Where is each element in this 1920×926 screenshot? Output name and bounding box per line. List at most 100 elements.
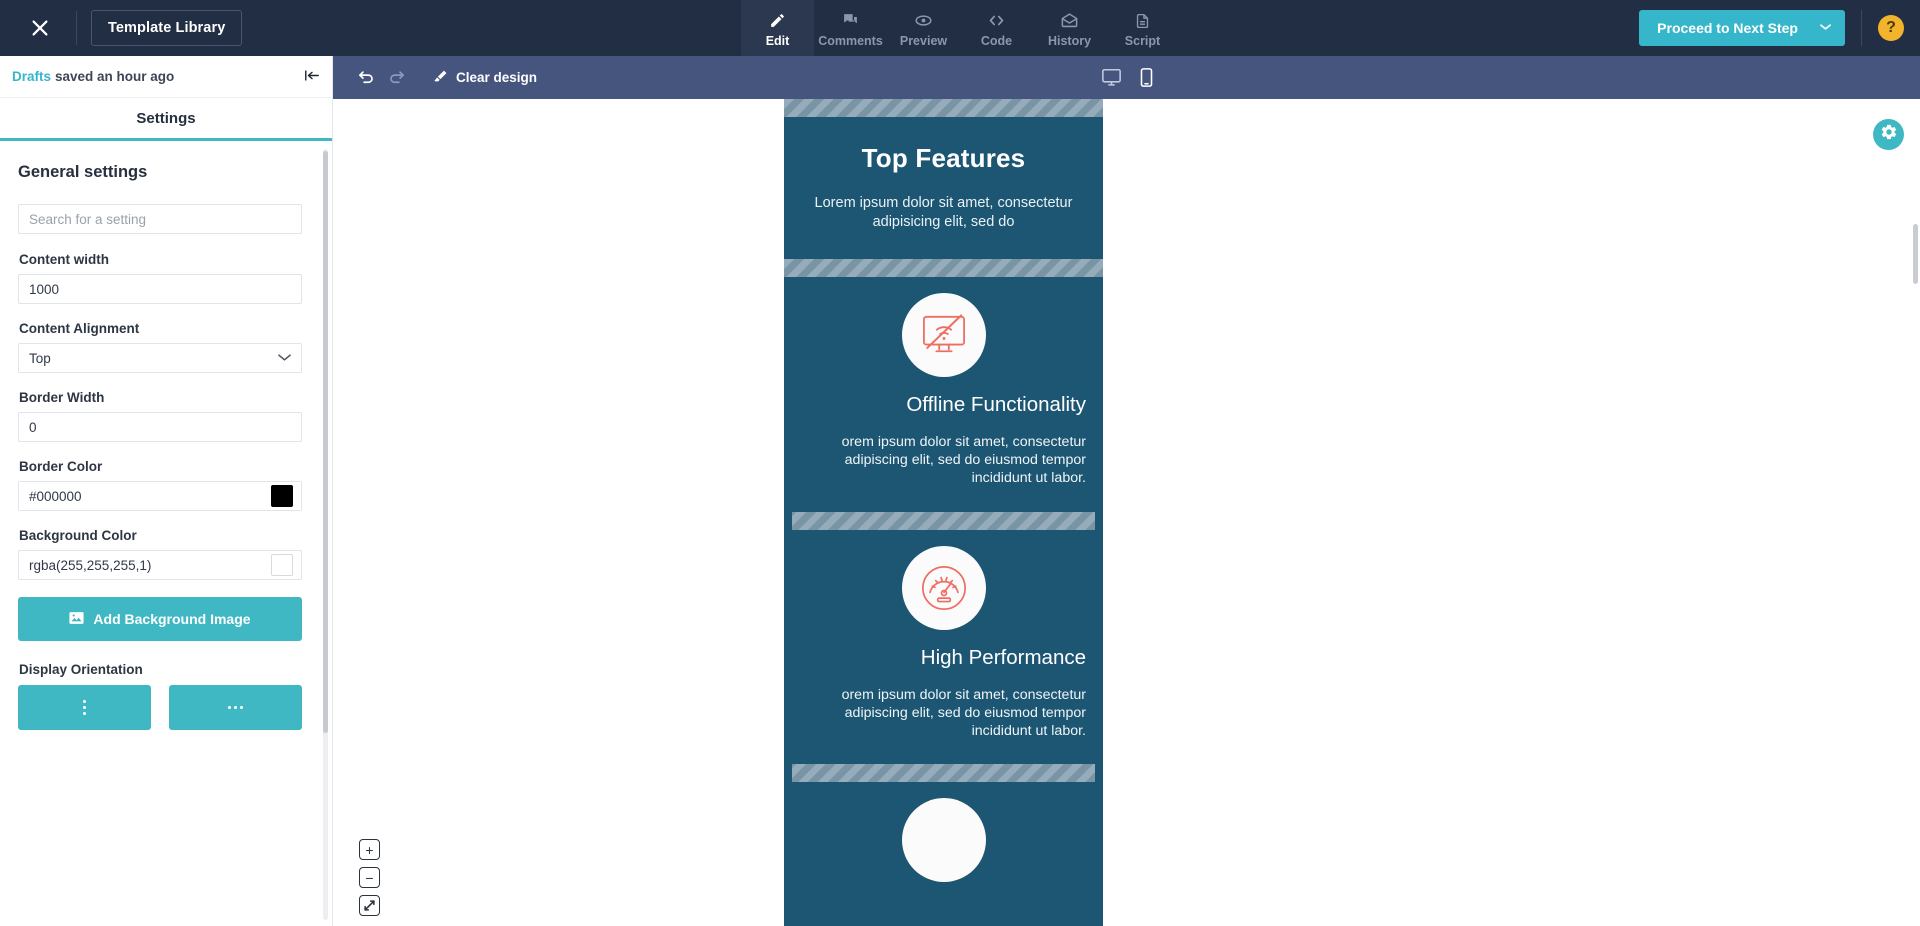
background-color-label: Background Color	[19, 528, 312, 543]
document-icon	[1134, 11, 1151, 31]
proceed-to-next-step-button[interactable]: Proceed to Next Step	[1639, 10, 1845, 46]
design-canvas[interactable]: Top Features Lorem ipsum dolor sit amet,…	[333, 99, 1920, 926]
eye-icon	[914, 11, 933, 31]
clear-design-button[interactable]: Clear design	[433, 69, 537, 87]
border-width-input[interactable]	[18, 412, 302, 442]
background-color-field: Background Color	[18, 528, 312, 580]
canvas-scrollbar-thumb[interactable]	[1913, 224, 1918, 284]
canvas-settings-button[interactable]	[1873, 119, 1904, 150]
feature-body: orem ipsum dolor sit amet, consectetur a…	[792, 433, 1095, 488]
border-width-label: Border Width	[19, 390, 312, 405]
code-brackets-icon	[987, 11, 1006, 31]
fit-to-screen-button[interactable]	[359, 895, 380, 916]
border-color-wrap	[18, 481, 302, 511]
top-bar-divider	[76, 11, 77, 45]
border-color-input[interactable]	[18, 481, 302, 511]
tab-settings[interactable]: Settings	[0, 98, 332, 141]
vertical-dots-icon	[83, 700, 86, 715]
speedometer-icon	[902, 546, 986, 630]
sidebar-scroll-area: General settings Content width Content A…	[0, 141, 332, 926]
feature-block-performance[interactable]: High Performance orem ipsum dolor sit am…	[784, 530, 1103, 765]
settings-sidebar: Drafts saved an hour ago Settings Genera…	[0, 56, 333, 926]
canvas-column: Clear design Top Features Lorem	[333, 56, 1920, 926]
feature-icon-wrap	[792, 798, 1095, 882]
tab-script-label: Script	[1125, 34, 1160, 48]
feature-icon-wrap	[792, 293, 1095, 377]
border-width-field: Border Width	[18, 390, 312, 442]
tab-history[interactable]: History	[1033, 0, 1106, 56]
template-library-button[interactable]: Template Library	[91, 10, 242, 46]
tab-code[interactable]: Code	[960, 0, 1033, 56]
proceed-label: Proceed to Next Step	[1657, 20, 1798, 36]
sidebar-scrollbar-thumb[interactable]	[323, 151, 328, 733]
content-width-field: Content width	[18, 252, 312, 304]
collapse-panel-icon[interactable]	[304, 69, 320, 85]
section-divider-stripes	[792, 764, 1095, 782]
search-setting-wrap	[18, 204, 312, 234]
search-input[interactable]	[18, 204, 302, 234]
border-color-label: Border Color	[19, 459, 312, 474]
top-bar-right-divider	[1861, 10, 1862, 46]
content-alignment-select[interactable]	[18, 343, 302, 373]
redo-icon[interactable]	[381, 63, 411, 93]
border-color-field: Border Color	[18, 459, 312, 511]
canvas-toolbar: Clear design	[333, 56, 1920, 99]
pencil-icon	[769, 11, 786, 31]
desktop-icon[interactable]	[1101, 68, 1122, 87]
orientation-vertical-button[interactable]	[18, 685, 151, 730]
feature-block-next[interactable]	[784, 782, 1103, 908]
zoom-controls: + −	[359, 839, 380, 916]
zoom-out-button[interactable]: −	[359, 867, 380, 888]
top-bar-right: Proceed to Next Step ?	[1639, 0, 1920, 56]
tab-comments[interactable]: Comments	[814, 0, 887, 56]
drafts-link[interactable]: Drafts	[12, 69, 51, 84]
body-row: Drafts saved an hour ago Settings Genera…	[0, 56, 1920, 926]
horizontal-dots-icon	[228, 706, 243, 709]
clear-design-label: Clear design	[456, 70, 537, 85]
settings-form: General settings Content width Content A…	[18, 141, 312, 730]
chevron-down-icon[interactable]	[1820, 22, 1831, 34]
tab-preview[interactable]: Preview	[887, 0, 960, 56]
comment-icon	[842, 11, 859, 31]
spacer	[792, 488, 1095, 502]
hero-title: Top Features	[802, 143, 1085, 174]
add-background-image-button[interactable]: Add Background Image	[18, 597, 302, 641]
close-icon[interactable]	[18, 6, 62, 50]
top-bar-nav: Edit Comments Preview Code	[741, 0, 1179, 56]
gear-icon	[1880, 123, 1898, 146]
border-color-swatch[interactable]	[271, 485, 293, 507]
section-divider-stripes	[784, 99, 1103, 117]
image-icon	[69, 611, 84, 628]
feature-title: Offline Functionality	[792, 393, 1095, 417]
tab-preview-label: Preview	[900, 34, 947, 48]
tab-history-label: History	[1048, 34, 1091, 48]
hero-block[interactable]: Top Features Lorem ipsum dolor sit amet,…	[784, 117, 1103, 259]
tab-edit-label: Edit	[766, 34, 790, 48]
background-color-input[interactable]	[18, 550, 302, 580]
background-color-swatch[interactable]	[271, 554, 293, 576]
eraser-icon	[433, 69, 448, 87]
app-root: Template Library Edit Comments Preview	[0, 0, 1920, 926]
feature-icon-wrap	[792, 546, 1095, 630]
general-settings-heading: General settings	[18, 163, 312, 182]
mobile-preview-frame[interactable]: Top Features Lorem ipsum dolor sit amet,…	[784, 99, 1103, 926]
content-width-input[interactable]	[18, 274, 302, 304]
feature-block-offline[interactable]: Offline Functionality orem ipsum dolor s…	[784, 277, 1103, 512]
saved-status-text: saved an hour ago	[55, 69, 174, 84]
feature-title: High Performance	[792, 646, 1095, 670]
tab-script[interactable]: Script	[1106, 0, 1179, 56]
undo-icon[interactable]	[351, 63, 381, 93]
device-toggle	[1101, 68, 1153, 87]
feature-body: orem ipsum dolor sit amet, consectetur a…	[792, 686, 1095, 741]
section-divider-stripes	[784, 259, 1103, 277]
zoom-in-button[interactable]: +	[359, 839, 380, 860]
orientation-horizontal-button[interactable]	[169, 685, 302, 730]
mobile-icon[interactable]	[1140, 68, 1153, 87]
tab-edit[interactable]: Edit	[741, 0, 814, 56]
envelope-icon	[1060, 11, 1079, 31]
background-color-wrap	[18, 550, 302, 580]
spacer	[792, 740, 1095, 754]
help-button[interactable]: ?	[1878, 15, 1904, 41]
display-orientation-buttons	[18, 685, 312, 730]
content-alignment-label: Content Alignment	[19, 321, 312, 336]
